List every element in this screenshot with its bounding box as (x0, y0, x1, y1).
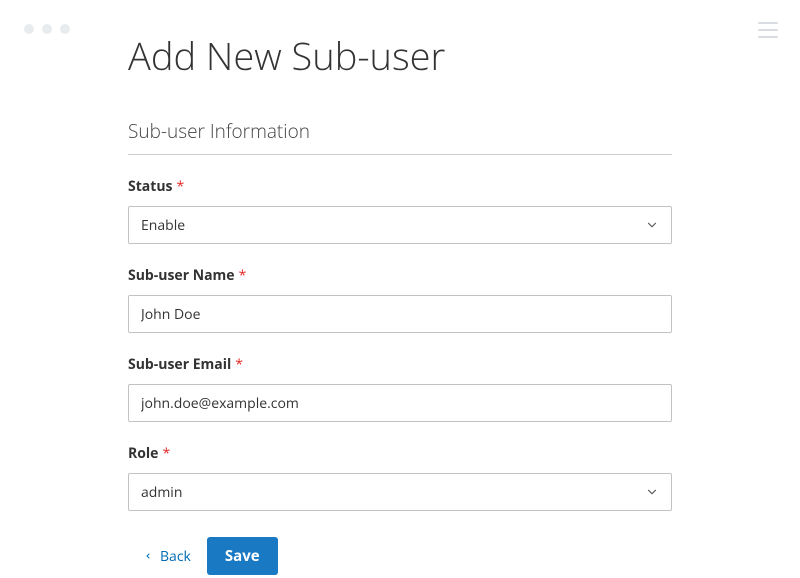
status-field: Status* Enable (128, 177, 672, 244)
email-field: Sub-user Email* (128, 355, 672, 422)
page-content: Add New Sub-user Sub-user Information St… (128, 0, 672, 575)
chevron-down-icon (645, 218, 659, 232)
chevron-down-icon (645, 485, 659, 499)
email-label-text: Sub-user Email (128, 355, 231, 374)
save-button[interactable]: Save (207, 537, 278, 575)
required-asterisk: * (235, 355, 243, 374)
chevron-left-icon (144, 550, 152, 562)
name-field: Sub-user Name* (128, 266, 672, 333)
email-label: Sub-user Email* (128, 355, 672, 374)
window-dot (60, 24, 70, 34)
name-input[interactable] (128, 295, 672, 333)
status-label-text: Status (128, 177, 172, 196)
role-field: Role* admin (128, 444, 672, 511)
required-asterisk: * (176, 177, 184, 196)
section-title: Sub-user Information (128, 118, 672, 155)
name-label-text: Sub-user Name (128, 266, 235, 285)
role-select[interactable]: admin (128, 473, 672, 511)
form-actions: Back Save (128, 537, 672, 575)
status-label: Status* (128, 177, 672, 196)
name-label: Sub-user Name* (128, 266, 672, 285)
window-dot (24, 24, 34, 34)
role-label: Role* (128, 444, 672, 463)
email-input[interactable] (128, 384, 672, 422)
role-value: admin (141, 483, 182, 502)
window-controls (24, 24, 70, 34)
status-value: Enable (141, 216, 185, 235)
menu-icon[interactable] (758, 22, 778, 38)
window-dot (42, 24, 52, 34)
required-asterisk: * (239, 266, 247, 285)
required-asterisk: * (162, 444, 170, 463)
back-link[interactable]: Back (144, 547, 191, 566)
back-label: Back (160, 547, 191, 566)
role-label-text: Role (128, 444, 158, 463)
page-title: Add New Sub-user (128, 30, 672, 82)
status-select[interactable]: Enable (128, 206, 672, 244)
